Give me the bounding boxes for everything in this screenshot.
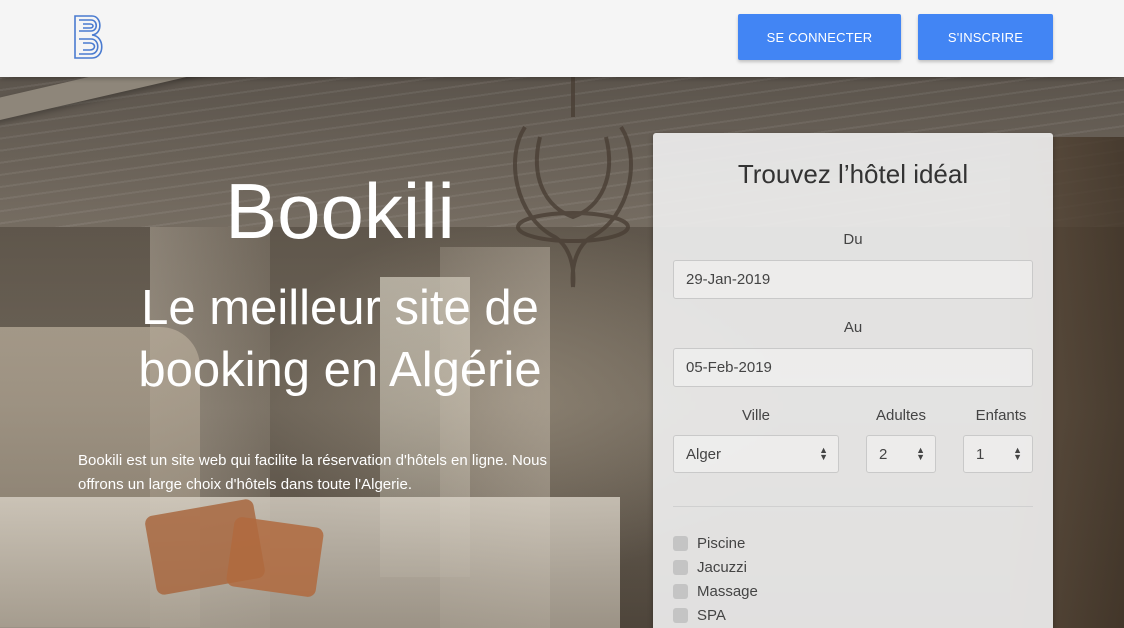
hero-background-pillow <box>225 516 325 598</box>
amenity-checkbox-jacuzzi[interactable]: Jacuzzi <box>673 559 747 576</box>
adults-label: Adultes <box>875 407 927 424</box>
checkbox-icon[interactable] <box>673 584 688 599</box>
top-navbar: SE CONNECTER S'INSCRIRE <box>0 0 1124 77</box>
city-select[interactable]: Alger ▲ ▼ <box>673 435 839 473</box>
city-label: Ville <box>741 407 771 424</box>
adults-select[interactable]: 2 ▲ ▼ <box>866 435 936 473</box>
amenity-checkbox-massage[interactable]: Massage <box>673 583 758 600</box>
hero-tagline: Le meilleur site de booking en Algérie <box>138 281 542 397</box>
city-select-value: Alger <box>686 445 722 463</box>
adults-select-value: 2 <box>879 445 888 463</box>
select-arrows-icon: ▲ ▼ <box>819 445 828 462</box>
select-arrows-icon: ▲ ▼ <box>1013 445 1022 462</box>
checkbox-icon[interactable] <box>673 536 688 551</box>
checkbox-icon[interactable] <box>673 560 688 575</box>
amenity-label: Jacuzzi <box>697 559 748 576</box>
brand-heading: Bookili <box>225 167 455 255</box>
children-select[interactable]: 1 ▲ ▼ <box>963 435 1033 473</box>
children-label: Enfants <box>975 407 1027 424</box>
checkbox-icon[interactable] <box>673 608 688 623</box>
select-arrows-icon: ▲ ▼ <box>916 445 925 462</box>
panel-divider <box>673 506 1033 507</box>
amenity-checkbox-spa[interactable]: SPA <box>673 607 726 624</box>
hotel-search-panel: Trouvez l’hôtel idéal Du 29-Jan-2019 Au … <box>653 133 1053 628</box>
signup-button[interactable]: S'INSCRIRE <box>918 14 1053 60</box>
to-date-label: Au <box>843 319 863 336</box>
amenity-label: SPA <box>697 607 726 624</box>
hero-section: Bookili Le meilleur site de booking en A… <box>0 77 1124 628</box>
from-date-input[interactable]: 29-Jan-2019 <box>673 260 1033 299</box>
amenity-label: Piscine <box>697 535 746 552</box>
amenity-checkbox-piscine[interactable]: Piscine <box>673 535 745 552</box>
bookili-logo-icon[interactable] <box>72 14 110 60</box>
search-panel-title: Trouvez l’hôtel idéal <box>737 159 969 189</box>
hero-description: Bookili est un site web qui facilite la … <box>78 452 547 493</box>
to-date-input[interactable]: 05-Feb-2019 <box>673 348 1033 387</box>
login-button[interactable]: SE CONNECTER <box>738 14 901 60</box>
children-select-value: 1 <box>976 445 985 463</box>
from-date-label: Du <box>843 231 863 248</box>
amenity-label: Massage <box>697 583 758 600</box>
